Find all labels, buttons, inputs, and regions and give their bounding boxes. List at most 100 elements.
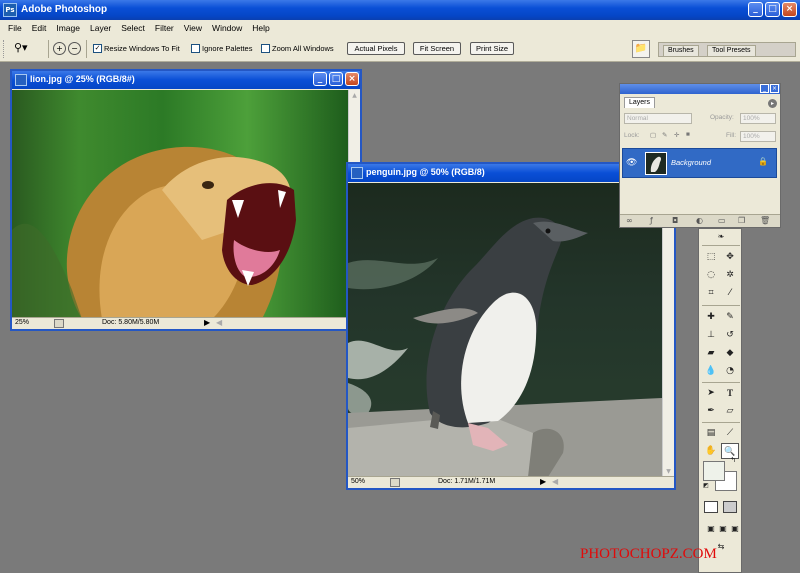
document-window-controls: _ □ × (313, 72, 359, 86)
menu-edit[interactable]: Edit (27, 23, 52, 33)
pen-icon[interactable]: ✒ (702, 403, 720, 419)
zoom-level[interactable]: 25% (15, 319, 29, 326)
app-titlebar: Ps Adobe Photoshop _ □ × (0, 0, 800, 20)
maximize-button[interactable]: □ (765, 2, 780, 17)
dodge-icon[interactable]: ◔ (721, 363, 739, 379)
menu-layer[interactable]: Layer (85, 23, 116, 33)
crop-icon[interactable]: ⌗ (702, 285, 720, 301)
watermark-text: PHOTOCHOPZ.COM (580, 546, 717, 562)
lock-all-icon[interactable]: ■ (686, 131, 690, 138)
minimize-button[interactable]: _ (748, 2, 763, 17)
eyedropper-icon[interactable]: ⟋ (721, 425, 739, 441)
toolbox: ❧ ⬚ ✥ ◌ ✲ ⌗ ⁄ ✚ ✎ ⊥ ↺ ▰ ◆ 💧 ◔ ➤ T ✒ ▱ ▤ … (698, 228, 742, 573)
lasso-icon[interactable]: ◌ (702, 267, 720, 283)
healing-brush-icon[interactable]: ✚ (702, 309, 720, 325)
close-button[interactable]: × (782, 2, 797, 17)
status-preview-icon[interactable] (390, 478, 400, 487)
status-preview-icon[interactable] (54, 319, 64, 328)
quick-mask-icon[interactable] (723, 501, 737, 513)
opacity-field[interactable]: 100% (740, 113, 776, 124)
divider (702, 422, 740, 423)
scroll-left-arrow-icon[interactable]: ◀ (216, 318, 222, 327)
checkbox-label: Resize Windows To Fit (104, 44, 180, 53)
lock-transparency-icon[interactable]: ▢ (650, 131, 656, 139)
palette-menu-arrow-icon[interactable]: ▸ (768, 99, 777, 108)
layer-thumbnail (645, 152, 667, 175)
link-icon[interactable]: ∞ (626, 216, 633, 225)
fill-field[interactable]: 100% (740, 131, 776, 142)
ignore-palettes-checkbox[interactable]: Ignore Palettes (191, 44, 252, 53)
tab-layers[interactable]: Layers (624, 97, 656, 108)
menu-file[interactable]: File (3, 23, 27, 33)
penguin-image (348, 183, 662, 477)
menu-filter[interactable]: Filter (150, 23, 179, 33)
menu-help[interactable]: Help (247, 23, 274, 33)
palette-titlebar[interactable]: _ × (620, 84, 780, 94)
lock-image-icon[interactable]: ✎ (662, 131, 667, 139)
eraser-icon[interactable]: ▰ (702, 345, 720, 361)
palette-close-button[interactable]: × (770, 84, 779, 93)
slice-icon[interactable]: ⁄ (721, 285, 739, 301)
scroll-up-arrow-icon[interactable]: ▲ (349, 90, 360, 101)
layer-mask-icon[interactable]: ◘ (672, 216, 678, 225)
checkbox-label: Zoom All Windows (272, 44, 334, 53)
layer-style-icon[interactable]: ƒ (650, 216, 653, 225)
brush-icon[interactable]: ✎ (721, 309, 739, 325)
print-size-button[interactable]: Print Size (470, 42, 514, 55)
blur-icon[interactable]: 💧 (702, 363, 720, 379)
zoom-in-icon[interactable]: + (53, 42, 66, 55)
zoom-tool-preset-icon[interactable]: ⚲▾ (14, 41, 40, 57)
screen-mode-full-icon[interactable]: ▣ (726, 521, 744, 537)
checkbox-box[interactable] (261, 44, 270, 53)
status-menu-arrow-icon[interactable]: ▶ (540, 477, 546, 486)
clone-stamp-icon[interactable]: ⊥ (702, 327, 720, 343)
resize-windows-checkbox[interactable]: ✓ Resize Windows To Fit (93, 44, 180, 53)
menu-select[interactable]: Select (116, 23, 150, 33)
file-browser-icon[interactable]: 📁 (632, 40, 650, 58)
close-button[interactable]: × (345, 72, 359, 86)
zoom-out-icon[interactable]: − (68, 42, 81, 55)
adjustment-layer-icon[interactable]: ◐ (696, 216, 703, 225)
status-menu-arrow-icon[interactable]: ▶ (204, 318, 210, 327)
shape-icon[interactable]: ▱ (721, 403, 739, 419)
minimize-button[interactable]: _ (313, 72, 327, 86)
menu-window[interactable]: Window (207, 23, 247, 33)
move-icon[interactable]: ✥ (721, 249, 739, 265)
notes-icon[interactable]: ▤ (702, 425, 720, 441)
divider (702, 245, 740, 246)
default-colors-icon[interactable]: ◩ (701, 481, 711, 491)
standard-mode-icon[interactable] (704, 501, 718, 513)
maximize-button[interactable]: □ (329, 72, 343, 86)
paint-bucket-icon[interactable]: ◆ (721, 345, 739, 361)
type-icon[interactable]: T (721, 385, 739, 401)
tab-tool-presets[interactable]: Tool Presets (707, 45, 756, 57)
zoom-level[interactable]: 50% (351, 478, 365, 485)
path-selection-icon[interactable]: ➤ (702, 385, 720, 401)
foreground-color-swatch[interactable] (703, 461, 725, 481)
new-group-icon[interactable]: ▭ (718, 216, 726, 225)
blend-mode-select[interactable]: Normal (624, 113, 692, 124)
document-titlebar[interactable]: lion.jpg @ 25% (RGB/8#) _ □ × (12, 71, 360, 89)
hand-icon[interactable]: ✋ (702, 443, 720, 459)
magic-wand-icon[interactable]: ✲ (721, 267, 739, 283)
menu-view[interactable]: View (179, 23, 207, 33)
new-layer-icon[interactable]: ❐ (738, 216, 745, 225)
fit-screen-button[interactable]: Fit Screen (413, 42, 461, 55)
checkbox-box[interactable]: ✓ (93, 44, 102, 53)
lock-position-icon[interactable]: ✛ (674, 131, 679, 139)
swap-colors-icon[interactable]: ↰ (727, 455, 739, 465)
menu-image[interactable]: Image (51, 23, 85, 33)
lion-document-window[interactable]: lion.jpg @ 25% (RGB/8#) _ □ × ▲ ▼ 25% Do… (10, 69, 362, 331)
trash-icon[interactable]: 🗑 (760, 216, 770, 225)
checkbox-box[interactable] (191, 44, 200, 53)
zoom-all-windows-checkbox[interactable]: Zoom All Windows (261, 44, 334, 53)
layer-row-background[interactable]: 👁 Background 🔒 (622, 148, 777, 178)
marquee-icon[interactable]: ⬚ (702, 249, 720, 265)
palette-minimize-button[interactable]: _ (760, 84, 769, 93)
scroll-left-arrow-icon[interactable]: ◀ (552, 477, 558, 486)
actual-pixels-button[interactable]: Actual Pixels (347, 42, 405, 55)
history-brush-icon[interactable]: ↺ (721, 327, 739, 343)
tab-brushes[interactable]: Brushes (663, 45, 699, 57)
options-grip[interactable] (3, 40, 6, 58)
eye-visibility-icon[interactable]: 👁 (626, 158, 637, 168)
